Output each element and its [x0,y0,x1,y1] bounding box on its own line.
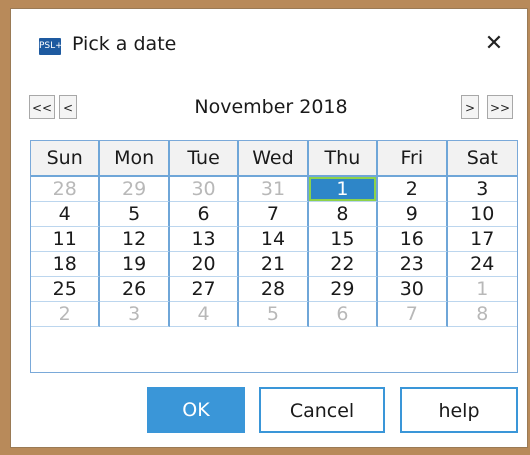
title-bar: PSL+ Pick a date ✕ [11,9,527,71]
weekday-header: Thu [308,141,379,177]
calendar-table: Sun Mon Tue Wed Thu Fri Sat 28 29 30 31 1 2 3 4… [31,141,517,327]
day-cell[interactable]: 5 [100,202,170,227]
day-cell[interactable]: 10 [447,202,517,227]
day-cell[interactable]: 11 [31,227,101,252]
day-cell[interactable]: 17 [447,227,517,252]
day-cell[interactable]: 30 [169,177,240,202]
day-cell[interactable]: 8 [447,302,517,327]
day-cell[interactable]: 20 [169,252,240,277]
day-cell[interactable]: 27 [169,277,240,302]
day-cell[interactable]: 16 [378,227,448,252]
app-icon: PSL+ [39,38,63,55]
day-cell[interactable]: 4 [169,302,240,327]
weekday-header: Sun [31,141,101,177]
calendar-week-row: 11 12 13 14 15 16 17 [31,227,517,252]
day-cell[interactable]: 19 [100,252,170,277]
next-month-button[interactable]: > [461,95,479,119]
date-picker-dialog: PSL+ Pick a date ✕ << < November 2018 > … [10,8,528,448]
day-cell[interactable]: 3 [447,177,517,202]
day-cell[interactable]: 2 [31,302,101,327]
day-cell[interactable]: 9 [378,202,448,227]
day-cell[interactable]: 5 [239,302,309,327]
calendar-week-row: 2345678 [31,302,517,327]
weekday-header-row: Sun Mon Tue Wed Thu Fri Sat [31,141,517,177]
calendar-week-row: 18 19 20 21 22 23 24 [31,252,517,277]
day-cell[interactable]: 23 [378,252,448,277]
day-cell[interactable]: 15 [308,227,379,252]
day-cell[interactable]: 14 [239,227,309,252]
selected-day-cell[interactable]: 1 [308,177,379,202]
weekday-header: Sat [447,141,517,177]
calendar-week-row: 25 26 27 28 29 30 1 [31,277,517,302]
day-cell[interactable]: 6 [308,302,379,327]
day-cell[interactable]: 31 [239,177,309,202]
day-cell[interactable]: 30 [378,277,448,302]
day-cell[interactable]: 25 [31,277,101,302]
day-cell[interactable]: 29 [308,277,379,302]
weekday-header: Mon [100,141,170,177]
day-cell[interactable]: 26 [100,277,170,302]
next-year-button[interactable]: >> [487,95,513,119]
calendar-week-row: 4 5 6 7 8 9 10 [31,202,517,227]
month-year-label: November 2018 [194,96,348,118]
day-cell[interactable]: 4 [31,202,101,227]
day-cell[interactable]: 22 [308,252,379,277]
day-cell[interactable]: 7 [378,302,448,327]
weekday-header: Tue [169,141,240,177]
day-cell[interactable]: 28 [31,177,101,202]
day-cell[interactable]: 13 [169,227,240,252]
day-cell[interactable]: 29 [100,177,170,202]
help-button[interactable]: help [400,387,518,433]
calendar-week-row: 28 29 30 31 1 2 3 [31,177,517,202]
weekday-header: Fri [378,141,448,177]
prev-year-button[interactable]: << [29,95,55,119]
ok-button[interactable]: OK [147,387,245,433]
cancel-button[interactable]: Cancel [259,387,385,433]
day-cell[interactable]: 3 [100,302,170,327]
day-cell[interactable]: 18 [31,252,101,277]
calendar-grid: Sun Mon Tue Wed Thu Fri Sat 28 29 30 31 1 2 3 4… [30,140,518,373]
day-cell[interactable]: 6 [169,202,240,227]
day-cell[interactable]: 8 [308,202,379,227]
prev-month-button[interactable]: < [59,95,77,119]
close-icon[interactable]: ✕ [477,29,511,59]
day-cell[interactable]: 24 [447,252,517,277]
day-cell[interactable]: 28 [239,277,309,302]
dialog-title: Pick a date [72,33,177,55]
day-cell[interactable]: 1 [447,277,517,302]
day-cell[interactable]: 2 [378,177,448,202]
day-cell[interactable]: 7 [239,202,309,227]
day-cell[interactable]: 21 [239,252,309,277]
day-cell[interactable]: 12 [100,227,170,252]
weekday-header: Wed [239,141,309,177]
